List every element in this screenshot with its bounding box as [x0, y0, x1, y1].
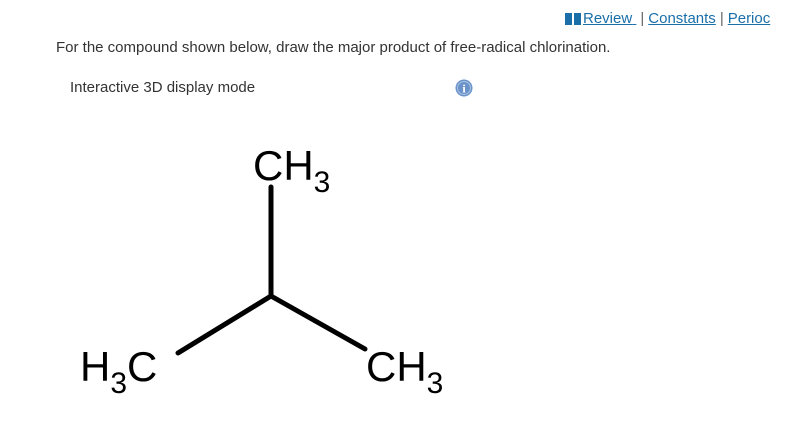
- methyl-left-c: C: [127, 343, 157, 390]
- book-icon: [565, 13, 581, 25]
- methyl-right: CH3: [366, 343, 443, 400]
- review-link-label: Review: [583, 10, 633, 27]
- methyl-left-sub: 3: [110, 367, 127, 400]
- link-separator: |: [719, 10, 724, 27]
- display-mode-label: Interactive 3D display mode: [70, 79, 256, 96]
- methyl-left: H3C: [80, 343, 157, 400]
- top-links: Review | Constants | Perioc: [565, 10, 770, 28]
- methyl-left-h: H: [80, 343, 110, 390]
- constants-link[interactable]: Constants: [648, 10, 716, 27]
- periodic-table-link[interactable]: Perioc: [728, 10, 771, 27]
- molecule-structure: CH3 H3C CH3: [80, 142, 443, 400]
- methyl-top: CH3: [253, 142, 330, 199]
- bond-left: [175, 293, 274, 356]
- methyl-top-sub: 3: [314, 166, 331, 199]
- review-link[interactable]: Review: [565, 10, 636, 27]
- bond-right: [268, 293, 368, 352]
- link-separator: |: [640, 10, 645, 27]
- info-icon[interactable]: i: [455, 79, 473, 97]
- methyl-top-main: CH: [253, 142, 314, 189]
- methyl-right-main: CH: [366, 343, 427, 390]
- question-text: For the compound shown below, draw the m…: [56, 39, 611, 56]
- methyl-right-sub: 3: [427, 367, 444, 400]
